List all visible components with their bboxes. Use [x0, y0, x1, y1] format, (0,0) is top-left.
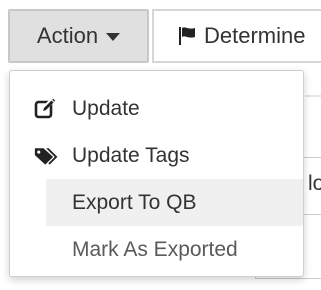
- action-button-label: Action: [36, 23, 99, 48]
- tags-icon: [34, 145, 60, 167]
- menu-item-export-to-qb[interactable]: Export To QB: [46, 179, 303, 226]
- action-dropdown-button[interactable]: Action: [8, 9, 149, 63]
- menu-item-label: Update Tags: [72, 143, 190, 167]
- menu-item-mark-as-exported[interactable]: Mark As Exported: [10, 226, 303, 273]
- menu-item-update-tags[interactable]: Update Tags: [10, 132, 303, 179]
- menu-item-label: Export To QB: [72, 190, 197, 214]
- flag-icon: [178, 26, 196, 46]
- caret-down-icon: [106, 33, 121, 41]
- determine-button-label: Determine: [204, 23, 306, 48]
- action-dropdown-menu: Update Update Tags Export To QB Mark As …: [9, 70, 304, 277]
- menu-item-label: Update: [72, 96, 140, 120]
- background-border: [255, 278, 321, 279]
- background-divider: [305, 95, 321, 97]
- edit-icon: [34, 97, 60, 120]
- menu-item-label: Mark As Exported: [72, 237, 238, 261]
- menu-item-update[interactable]: Update: [10, 85, 303, 132]
- determine-button[interactable]: Determine: [152, 9, 321, 63]
- background-input-text: lo: [308, 172, 321, 195]
